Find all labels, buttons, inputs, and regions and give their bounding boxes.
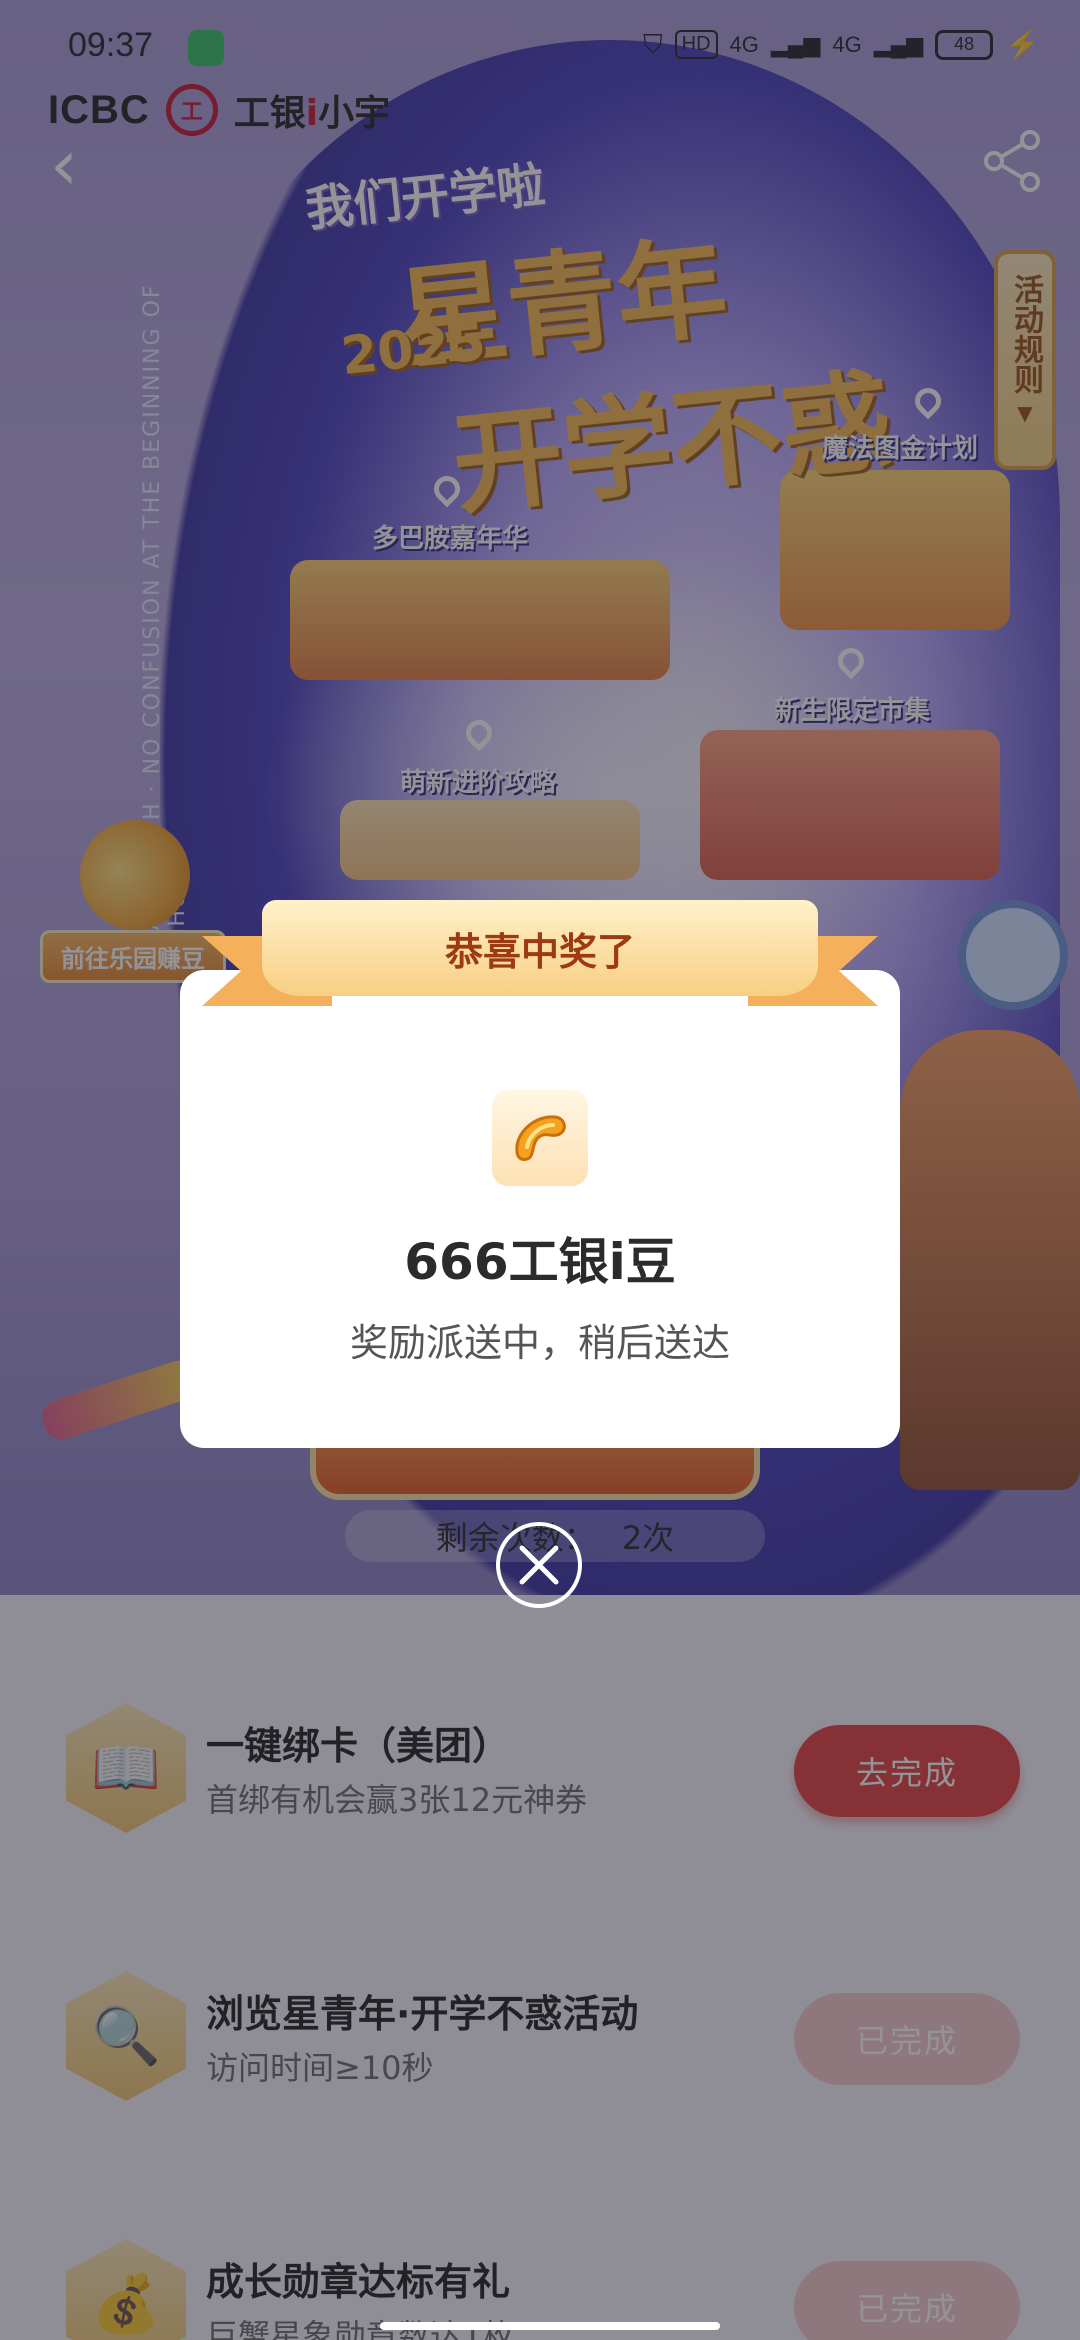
prize-amount: 666工银i豆 [404,1233,676,1291]
ribbon-title: 恭喜中奖了 [262,900,818,996]
home-indicator[interactable] [380,2322,720,2330]
prize-ribbon: 恭喜中奖了 [202,900,878,1010]
bean-icon [492,1090,588,1186]
prize-note: 奖励派送中，稍后送达 [349,1321,730,1365]
prize-modal [180,970,900,1448]
close-icon[interactable] [496,1522,582,1608]
